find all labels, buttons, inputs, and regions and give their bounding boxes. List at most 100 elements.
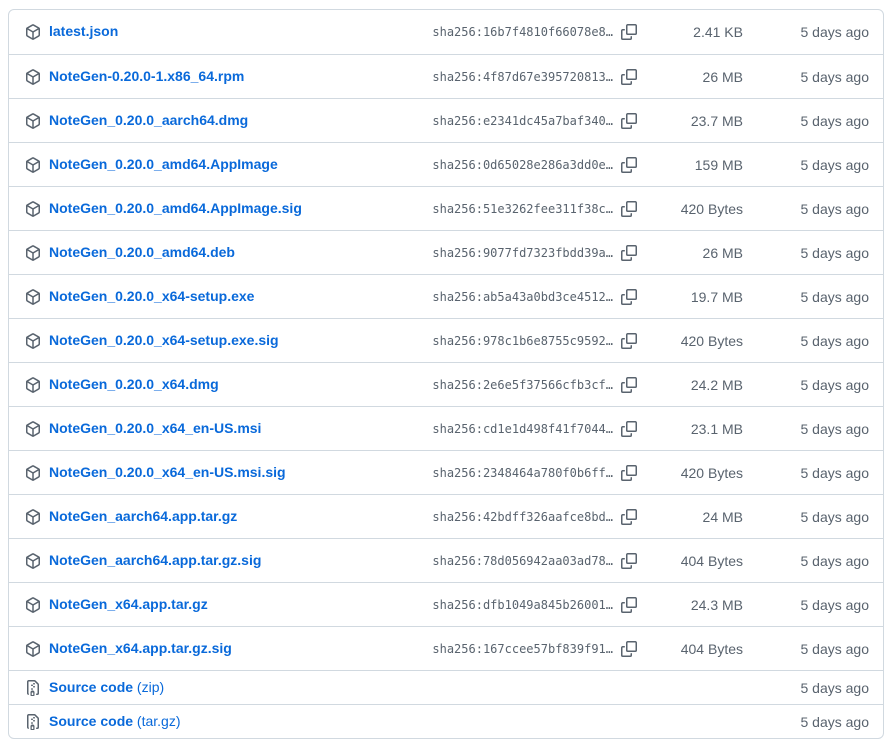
asset-file-link[interactable]: NoteGen_x64.app.tar.gz.sig	[49, 640, 232, 656]
copy-sha-button[interactable]	[621, 157, 637, 173]
package-icon	[25, 24, 41, 40]
copy-sha-button[interactable]	[621, 465, 637, 481]
copy-sha-button[interactable]	[621, 377, 637, 393]
package-icon	[25, 69, 41, 85]
copy-sha-button[interactable]	[621, 333, 637, 349]
asset-file-link[interactable]: NoteGen_0.20.0_x64_en-US.msi.sig	[49, 464, 286, 480]
asset-file-link[interactable]: NoteGen_0.20.0_x64_en-US.msi	[49, 420, 261, 436]
copy-icon	[621, 597, 637, 613]
sha256-digest: sha256:dfb1049a845b26001…	[432, 598, 613, 612]
asset-size: 26 MB	[643, 69, 743, 85]
source-code-link[interactable]: Source code (zip)	[49, 679, 164, 695]
copy-icon	[621, 641, 637, 657]
asset-age: 5 days ago	[743, 421, 869, 437]
copy-icon	[621, 201, 637, 217]
asset-file-link[interactable]: NoteGen_aarch64.app.tar.gz	[49, 508, 237, 524]
asset-age: 5 days ago	[743, 201, 869, 217]
copy-sha-button[interactable]	[621, 245, 637, 261]
package-icon	[25, 113, 41, 129]
copy-sha-button[interactable]	[621, 597, 637, 613]
asset-file-link[interactable]: NoteGen_x64.app.tar.gz	[49, 596, 208, 612]
asset-age: 5 days ago	[743, 597, 869, 613]
asset-file-link[interactable]: NoteGen_aarch64.app.tar.gz.sig	[49, 552, 261, 568]
copy-sha-button[interactable]	[621, 641, 637, 657]
asset-size: 23.1 MB	[643, 421, 743, 437]
package-icon	[25, 289, 41, 305]
copy-sha-button[interactable]	[621, 201, 637, 217]
asset-row: NoteGen_x64.app.tar.gz sha256:dfb1049a84…	[9, 582, 883, 626]
release-assets-list: latest.json sha256:16b7f4810f66078e8… 2.…	[8, 9, 884, 739]
asset-row: NoteGen_0.20.0_amd64.deb sha256:9077fd73…	[9, 230, 883, 274]
copy-sha-button[interactable]	[621, 421, 637, 437]
source-code-row: Source code (zip) 5 days ago	[9, 670, 883, 704]
package-icon	[25, 201, 41, 217]
asset-age: 5 days ago	[743, 641, 869, 657]
asset-file-link[interactable]: NoteGen_0.20.0_x64-setup.exe	[49, 288, 254, 304]
asset-file-link[interactable]: NoteGen_0.20.0_amd64.AppImage	[49, 156, 278, 172]
package-icon	[25, 509, 41, 525]
copy-icon	[621, 289, 637, 305]
copy-icon	[621, 421, 637, 437]
file-zip-icon	[25, 714, 41, 730]
asset-age: 5 days ago	[743, 113, 869, 129]
asset-age: 5 days ago	[743, 24, 869, 40]
copy-icon	[621, 377, 637, 393]
package-icon	[25, 553, 41, 569]
asset-row: NoteGen_0.20.0_amd64.AppImage sha256:0d6…	[9, 142, 883, 186]
sha256-digest: sha256:cd1e1d498f41f7044…	[432, 422, 613, 436]
asset-age: 5 days ago	[743, 377, 869, 393]
asset-age: 5 days ago	[743, 553, 869, 569]
asset-file-link[interactable]: NoteGen_0.20.0_x64.dmg	[49, 376, 219, 392]
copy-sha-button[interactable]	[621, 553, 637, 569]
asset-size: 23.7 MB	[643, 113, 743, 129]
sha256-digest: sha256:167ccee57bf839f91…	[432, 642, 613, 656]
sha256-digest: sha256:9077fd7323fbdd39a…	[432, 246, 613, 260]
asset-size: 404 Bytes	[643, 641, 743, 657]
sha256-digest: sha256:78d056942aa03ad78…	[432, 554, 613, 568]
source-code-label: Source code	[49, 679, 133, 695]
copy-sha-button[interactable]	[621, 24, 637, 40]
file-zip-icon	[25, 680, 41, 696]
copy-icon	[621, 553, 637, 569]
asset-size: 404 Bytes	[643, 553, 743, 569]
asset-age: 5 days ago	[743, 465, 869, 481]
asset-file-link[interactable]: latest.json	[49, 23, 118, 39]
sha256-digest: sha256:51e3262fee311f38c…	[432, 202, 613, 216]
copy-icon	[621, 245, 637, 261]
source-code-link[interactable]: Source code (tar.gz)	[49, 713, 181, 729]
package-icon	[25, 157, 41, 173]
copy-sha-button[interactable]	[621, 69, 637, 85]
asset-age: 5 days ago	[743, 289, 869, 305]
asset-file-link[interactable]: NoteGen_0.20.0_amd64.AppImage.sig	[49, 200, 302, 216]
sha256-digest: sha256:ab5a43a0bd3ce4512…	[432, 290, 613, 304]
asset-age: 5 days ago	[743, 714, 869, 730]
copy-sha-button[interactable]	[621, 289, 637, 305]
sha256-digest: sha256:42bdff326aafce8bd…	[432, 510, 613, 524]
asset-file-link[interactable]: NoteGen_0.20.0_x64-setup.exe.sig	[49, 332, 279, 348]
asset-age: 5 days ago	[743, 245, 869, 261]
copy-sha-button[interactable]	[621, 113, 637, 129]
sha256-digest: sha256:978c1b6e8755c9592…	[432, 334, 613, 348]
asset-size: 19.7 MB	[643, 289, 743, 305]
package-icon	[25, 597, 41, 613]
asset-row: NoteGen_x64.app.tar.gz.sig sha256:167cce…	[9, 626, 883, 670]
copy-sha-button[interactable]	[621, 509, 637, 525]
asset-row: NoteGen_aarch64.app.tar.gz.sig sha256:78…	[9, 538, 883, 582]
copy-icon	[621, 24, 637, 40]
asset-file-link[interactable]: NoteGen_0.20.0_amd64.deb	[49, 244, 235, 260]
source-code-format: (zip)	[137, 679, 164, 695]
asset-row: NoteGen_0.20.0_x64_en-US.msi sha256:cd1e…	[9, 406, 883, 450]
copy-icon	[621, 509, 637, 525]
asset-age: 5 days ago	[743, 69, 869, 85]
asset-row: NoteGen_0.20.0_x64.dmg sha256:2e6e5f3756…	[9, 362, 883, 406]
asset-file-link[interactable]: NoteGen_0.20.0_aarch64.dmg	[49, 112, 248, 128]
copy-icon	[621, 69, 637, 85]
asset-age: 5 days ago	[743, 157, 869, 173]
asset-size: 2.41 KB	[643, 24, 743, 40]
asset-file-link[interactable]: NoteGen-0.20.0-1.x86_64.rpm	[49, 68, 244, 84]
asset-size: 24 MB	[643, 509, 743, 525]
package-icon	[25, 465, 41, 481]
copy-icon	[621, 157, 637, 173]
source-code-row: Source code (tar.gz) 5 days ago	[9, 704, 883, 738]
copy-icon	[621, 113, 637, 129]
